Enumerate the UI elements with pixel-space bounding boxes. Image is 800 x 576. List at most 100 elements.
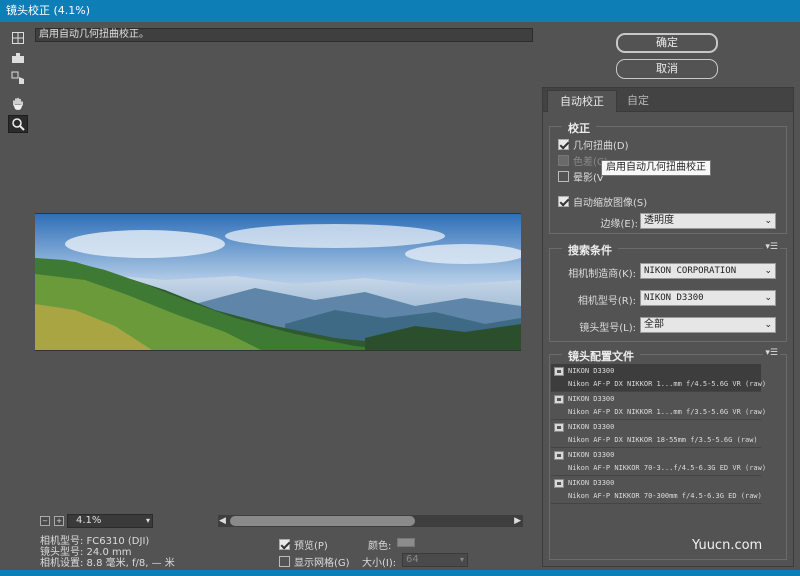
profile-maker: NIKON D3300 [568, 395, 615, 403]
show-grid-label: 显示网格(G) [294, 558, 350, 569]
lens-model-select[interactable]: 全部 ⌄ [640, 317, 776, 333]
camera-maker-label: 相机制造商(K): [568, 269, 636, 280]
list-item[interactable]: NIKON D3300 Nikon AF-P NIKKOR 70-300mm f… [551, 476, 762, 504]
camera-settings-info: 相机设置: 8.8 毫米, f/8, — 米 [40, 558, 175, 569]
tab-auto-label: 自动校正 [560, 95, 604, 108]
lens-profiles-title: 镜头配置文件 [562, 348, 640, 364]
camera-icon [554, 423, 564, 432]
grid-size-value: 64 [406, 554, 419, 565]
tooltip: 启用自动几何扭曲校正 [601, 160, 711, 176]
color-label-row: 颜色: [368, 537, 391, 552]
auto-scale-row[interactable]: 自动缩放图像(S) [558, 194, 647, 209]
camera-model-info: 相机型号: FC6310 (DJI) [40, 536, 150, 547]
scrollbar-thumb[interactable] [230, 516, 415, 526]
move-grid-tool-icon[interactable] [8, 69, 28, 87]
zoom-out-button[interactable]: − [40, 516, 50, 526]
profile-maker: NIKON D3300 [568, 451, 615, 459]
preview-label: 预览(P) [294, 541, 328, 552]
preview-bottom-bar: − + 4.1% ▾ ◀ ▶ [35, 513, 533, 529]
geometric-distortion-checkbox[interactable] [558, 139, 569, 150]
zoom-in-button[interactable]: + [54, 516, 64, 526]
tool-strip [0, 22, 34, 576]
chevron-down-icon: ⌄ [764, 216, 772, 226]
preview-checkbox-row[interactable]: 预览(P) [279, 537, 328, 552]
preview-checkbox[interactable] [279, 539, 290, 550]
hint-bar: 启用自动几何扭曲校正。 [35, 28, 533, 42]
chromatic-aberration-checkbox[interactable] [558, 155, 569, 166]
cancel-button[interactable]: 取消 [616, 59, 718, 79]
list-item[interactable]: NIKON D3300 Nikon AF-P NIKKOR 70-3...f/4… [551, 448, 766, 476]
list-item[interactable]: NIKON D3300 Nikon AF-P DX NIKKOR 1...mm … [551, 364, 766, 392]
camera-maker-value: NIKON CORPORATION [644, 266, 737, 276]
tab-bar: 自动校正 自定 [543, 88, 793, 112]
size-label-row: 大小(I): [362, 554, 396, 569]
tooltip-text: 启用自动几何扭曲校正 [606, 162, 706, 173]
chevron-down-icon: ▾ [145, 516, 150, 525]
profile-maker: NIKON D3300 [568, 367, 615, 375]
list-item[interactable]: NIKON D3300 Nikon AF-P DX NIKKOR 1...mm … [551, 392, 766, 420]
straighten-tool-icon[interactable] [8, 49, 28, 67]
preview-canvas[interactable] [35, 45, 533, 510]
settings-panel: 自动校正 自定 校正 几何扭曲(D) 色差(C) 晕影(V 自动缩放图像(S) … [542, 87, 794, 567]
scroll-right-icon[interactable]: ▶ [514, 515, 521, 527]
camera-icon [554, 395, 564, 404]
profile-lens: Nikon AF-P NIKKOR 70-3...f/4.5-6.3G ED V… [568, 464, 767, 472]
profile-lens: Nikon AF-P DX NIKKOR 1...mm f/3.5-5.6G V… [568, 408, 767, 416]
panel-menu-icon[interactable]: ▾☰ [763, 242, 780, 252]
lens-model-info: 镜头型号: 24.0 mm [40, 547, 132, 558]
chevron-down-icon: ▾ [459, 555, 464, 564]
lens-profile-list[interactable]: NIKON D3300 Nikon AF-P DX NIKKOR 1...mm … [551, 364, 766, 544]
window-title: 镜头校正 (4.1%) [6, 4, 91, 17]
profile-maker: NIKON D3300 [568, 479, 615, 487]
zoom-level-value: 4.1% [76, 515, 102, 526]
tab-custom-label: 自定 [627, 94, 649, 107]
edge-select[interactable]: 透明度 ⌄ [640, 213, 776, 229]
profile-lens: Nikon AF-P DX NIKKOR 18-55mm f/3.5-5.6G … [568, 436, 758, 444]
profile-maker: NIKON D3300 [568, 423, 615, 431]
grid-color-swatch[interactable] [397, 538, 415, 547]
scroll-left-icon[interactable]: ◀ [219, 515, 226, 527]
camera-icon [554, 451, 564, 460]
watermark-text: Yuucn.com [692, 538, 763, 553]
vignette-checkbox[interactable] [558, 171, 569, 182]
correction-group-title: 校正 [562, 120, 596, 136]
camera-model-label: 相机型号(R): [577, 296, 636, 307]
camera-model-value: NIKON D3300 [644, 293, 704, 303]
cancel-button-label: 取消 [656, 62, 678, 75]
show-grid-checkbox[interactable] [279, 556, 290, 567]
window-bottom-edge [0, 570, 800, 576]
zoom-level-select[interactable]: 4.1% ▾ [67, 514, 153, 528]
correction-group: 校正 几何扭曲(D) 色差(C) 晕影(V 自动缩放图像(S) 边缘(E): 透… [549, 120, 787, 234]
tab-auto-correction[interactable]: 自动校正 [547, 90, 617, 112]
ok-button[interactable]: 确定 [616, 33, 718, 53]
camera-info: 相机型号: FC6310 (DJI) 镜头型号: 24.0 mm 相机设置: 8… [40, 536, 175, 569]
color-label: 颜色: [368, 541, 392, 552]
panel-menu-icon[interactable]: ▾☰ [763, 348, 780, 358]
show-grid-checkbox-row[interactable]: 显示网格(G) [279, 554, 350, 569]
profile-lens: Nikon AF-P NIKKOR 70-300mm f/4.5-6.3G ED… [568, 492, 762, 500]
chevron-down-icon: ⌄ [764, 293, 772, 303]
remove-distortion-tool-icon[interactable] [8, 29, 28, 47]
tab-custom[interactable]: 自定 [615, 90, 661, 112]
grid-size-select[interactable]: 64 ▾ [402, 553, 468, 567]
size-label: 大小(I): [362, 558, 397, 569]
edge-value: 透明度 [644, 215, 674, 226]
search-criteria-title: 搜索条件 [562, 242, 618, 258]
vignette-row[interactable]: 晕影(V [558, 169, 604, 184]
chevron-down-icon: ⌄ [764, 266, 772, 276]
lens-model-label: 镜头型号(L): [579, 323, 636, 334]
hand-tool-icon[interactable] [8, 95, 28, 113]
lens-correction-dialog: 镜头校正 (4.1%) 启用自动几何扭曲校正。 − + 4.1% ▾ ◀ ▶ 相… [0, 0, 800, 576]
zoom-tool-icon[interactable] [8, 115, 28, 133]
list-item[interactable]: NIKON D3300 Nikon AF-P DX NIKKOR 18-55mm… [551, 420, 761, 448]
edge-label: 边缘(E): [600, 219, 639, 230]
camera-icon [554, 367, 564, 376]
horizontal-scrollbar[interactable]: ◀ ▶ [218, 515, 523, 527]
camera-maker-select[interactable]: NIKON CORPORATION ⌄ [640, 263, 776, 279]
search-criteria-group: 搜索条件 ▾☰ 相机制造商(K): NIKON CORPORATION ⌄ 相机… [549, 242, 787, 342]
auto-scale-checkbox[interactable] [558, 196, 569, 207]
camera-model-select[interactable]: NIKON D3300 ⌄ [640, 290, 776, 306]
watermark: Yuucn.com [692, 538, 762, 553]
geometric-distortion-row[interactable]: 几何扭曲(D) [558, 137, 629, 152]
title-bar: 镜头校正 (4.1%) [0, 0, 800, 22]
